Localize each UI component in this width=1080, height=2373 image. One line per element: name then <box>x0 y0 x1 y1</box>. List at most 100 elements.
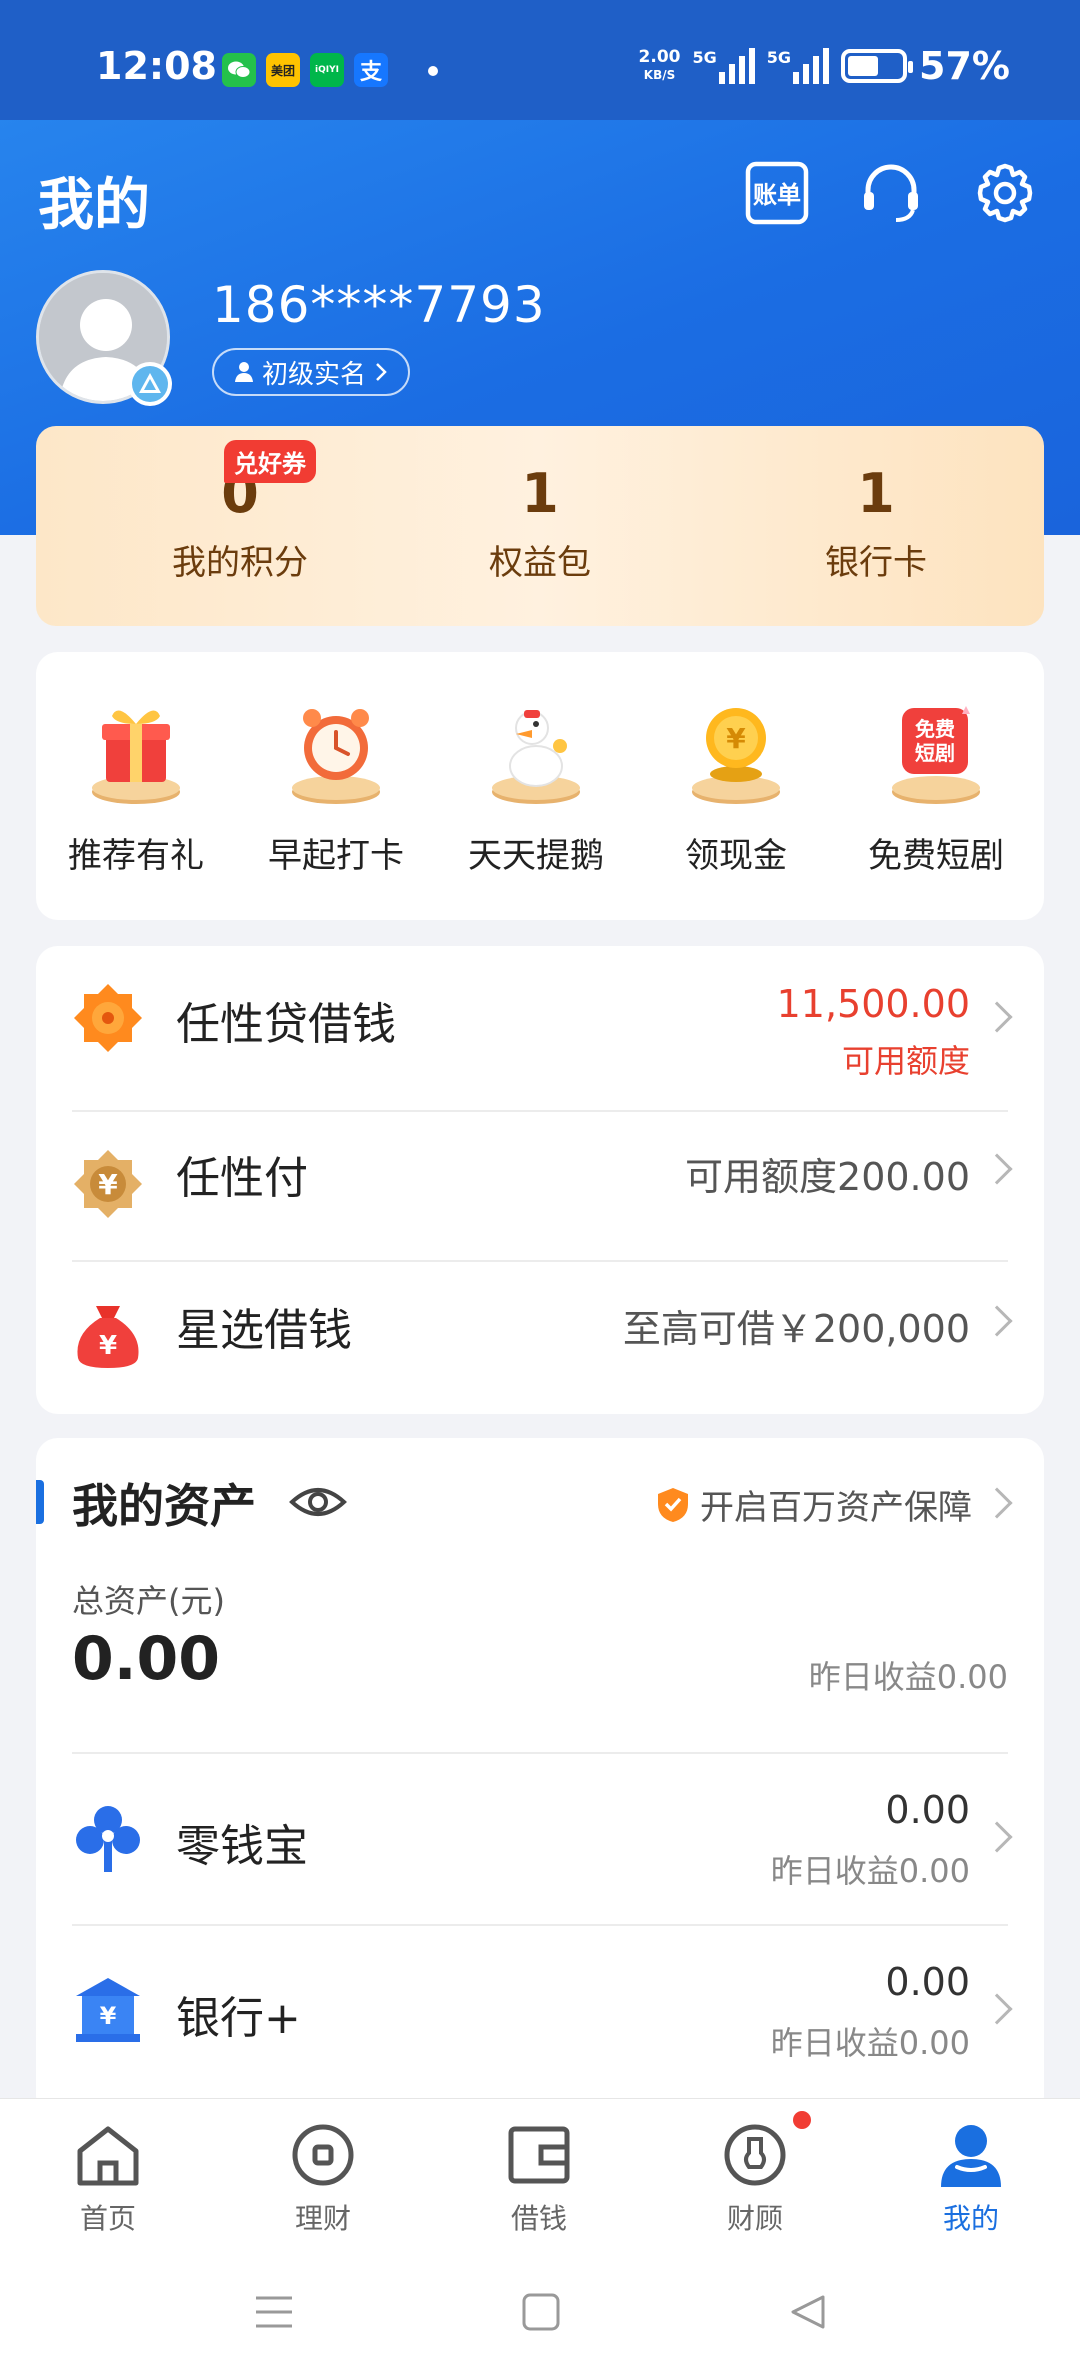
gift-icon <box>76 692 196 812</box>
entry-goose[interactable]: 天天提鹅 <box>436 692 636 877</box>
tab-home[interactable]: 首页 <box>38 2121 178 2237</box>
asset-value: 0.00 <box>885 1960 970 2004</box>
battery-fill <box>848 56 878 76</box>
money-bag-icon: ¥ <box>72 1298 144 1370</box>
chevron-right-icon <box>981 1305 1013 1337</box>
svg-text:¥: ¥ <box>99 1331 117 1361</box>
benefit-pack-value: 1 <box>521 462 559 525</box>
more-notifications-dot <box>428 66 438 76</box>
finance-icon <box>289 2121 357 2189</box>
entry-referral[interactable]: 推荐有礼 <box>36 692 236 877</box>
loan-name: 任性付 <box>176 1153 308 1204</box>
bill-button[interactable]: 账单 <box>742 158 812 228</box>
settings-button[interactable] <box>970 158 1040 228</box>
loan-row-xingxuan[interactable]: ¥ 星选借钱 至高可借￥200,000 <box>72 1262 1013 1402</box>
chevron-right-icon <box>981 1153 1013 1185</box>
svg-text:¥: ¥ <box>98 1168 118 1201</box>
loan-row-renxingdai[interactable]: 任性贷借钱 11,500.00 可用额度 <box>72 946 1013 1086</box>
total-assets-value: 0.00 <box>72 1624 221 1694</box>
gold-coin-icon: ¥ <box>676 692 796 812</box>
tab-finance[interactable]: 理财 <box>253 2121 393 2237</box>
sim2-label: 5G <box>766 48 792 67</box>
asset-row-bank-plus[interactable]: ¥ 银行+ 0.00 昨日收益0.00 <box>72 1926 1013 2094</box>
back-nav-button[interactable] <box>778 2282 838 2342</box>
menu-icon <box>256 2296 292 2328</box>
entry-early-checkin[interactable]: 早起打卡 <box>236 692 436 877</box>
svg-text:¥: ¥ <box>726 722 746 755</box>
alarm-clock-icon <box>276 692 396 812</box>
verify-level-badge <box>128 362 172 406</box>
loan-row-renxingfu[interactable]: ¥ 任性付 可用额度200.00 <box>72 1112 1013 1252</box>
user-icon <box>937 2121 1005 2189</box>
goose-icon <box>476 692 596 812</box>
section-accent-bar <box>36 1480 44 1524</box>
person-icon <box>235 362 253 382</box>
chevron-right-icon <box>981 1001 1013 1033</box>
iqiyi-icon: iQIYI <box>310 53 344 87</box>
advisor-icon <box>721 2111 811 2189</box>
short-drama-icon: 免费 短剧 <box>876 692 996 812</box>
sim1-label: 5G <box>692 48 717 67</box>
tab-label: 我的 <box>942 2202 999 2235</box>
entry-cash[interactable]: ¥ 领现金 <box>636 692 836 877</box>
tab-mine[interactable]: 我的 <box>901 2121 1041 2237</box>
loans-card: 任性贷借钱 11,500.00 可用额度 ¥ 任性付 可用额度200.00 ¥ … <box>36 946 1044 1414</box>
tab-label: 财顾 <box>726 2202 783 2235</box>
wallet-icon <box>505 2121 573 2189</box>
clover-icon <box>72 1802 144 1874</box>
tab-advisor[interactable]: 财顾 <box>685 2111 825 2237</box>
bottom-tab-bar: 首页 理财 借钱 财顾 我的 <box>0 2098 1080 2258</box>
entry-label: 天天提鹅 <box>468 836 604 876</box>
notification-dot <box>793 2111 811 2129</box>
sim2-signal: 5G <box>766 48 830 84</box>
alipay-icon: 支 <box>354 53 388 87</box>
asset-protection-link[interactable]: 开启百万资产保障 <box>656 1480 1013 1529</box>
assets-card: 我的资产 开启百万资产保障 总资产(元) 0.00 昨日收益0.00 零钱宝 0… <box>36 1438 1044 2118</box>
benefit-pack-stat[interactable]: 1 权益包 <box>390 462 690 584</box>
asset-yesterday: 昨日收益0.00 <box>770 1852 970 1890</box>
signal-bars-icon <box>718 48 755 84</box>
meituan-icon: 美团 <box>266 53 300 87</box>
system-nav-bar <box>0 2258 1080 2373</box>
wechat-icon <box>222 53 256 87</box>
asset-value: 0.00 <box>885 1788 970 1832</box>
bank-card-value: 1 <box>857 462 895 525</box>
home-nav-button[interactable] <box>511 2282 571 2342</box>
bank-card-stat[interactable]: 1 银行卡 <box>726 462 1026 584</box>
loan-amount-label: 可用额度 <box>841 1042 970 1080</box>
assets-title: 我的资产 <box>72 1479 256 1533</box>
loan-amount: 可用额度200.00 <box>685 1155 970 1199</box>
points-label: 我的积分 <box>172 543 308 583</box>
notification-icons: 美团 iQIYI 支 <box>222 53 388 87</box>
menu-nav-button[interactable] <box>244 2282 304 2342</box>
asset-row-lingqianbao[interactable]: 零钱宝 0.00 昨日收益0.00 <box>72 1754 1013 1922</box>
entry-short-drama[interactable]: 免费 短剧 免费短剧 <box>836 692 1036 877</box>
chevron-right-icon <box>981 1487 1013 1519</box>
status-bar: 12:08 美团 iQIYI 支 2.00 KB/S 5G 5G 57% <box>0 0 1080 120</box>
eye-icon[interactable] <box>288 1474 348 1530</box>
gear-icon <box>977 163 1033 223</box>
sim1-signal: 5G <box>693 48 755 84</box>
quick-entries-card: 推荐有礼 早起打卡 天天提鹅 ¥ 领现金 免费 短剧 免费短剧 <box>36 652 1044 920</box>
asset-yesterday: 昨日收益0.00 <box>770 2024 970 2062</box>
short-drama-badge-top: 免费 <box>915 717 955 741</box>
network-speed-unit: KB/S <box>643 68 676 82</box>
asset-name: 零钱宝 <box>176 1821 308 1872</box>
asset-name: 银行+ <box>176 1993 301 2044</box>
tab-label: 首页 <box>79 2202 136 2235</box>
customer-service-button[interactable] <box>856 158 926 228</box>
benefit-pack-label: 权益包 <box>489 543 591 583</box>
status-time: 12:08 <box>96 44 217 88</box>
coupon-badge[interactable]: 兑好券 <box>224 440 316 483</box>
battery-percent: 57% <box>919 44 1010 88</box>
tab-label: 借钱 <box>510 2202 567 2235</box>
verify-status-chip[interactable]: 初级实名 <box>212 348 411 396</box>
level-triangle-icon <box>132 366 168 402</box>
entry-label: 推荐有礼 <box>68 836 204 876</box>
loan-amount: 至高可借￥200,000 <box>622 1307 970 1351</box>
chevron-right-icon <box>376 363 387 381</box>
tab-borrow[interactable]: 借钱 <box>469 2121 609 2237</box>
network-speed-value: 2.00 <box>638 47 681 67</box>
entry-label: 早起打卡 <box>268 836 404 876</box>
renxingdai-icon <box>72 982 144 1054</box>
